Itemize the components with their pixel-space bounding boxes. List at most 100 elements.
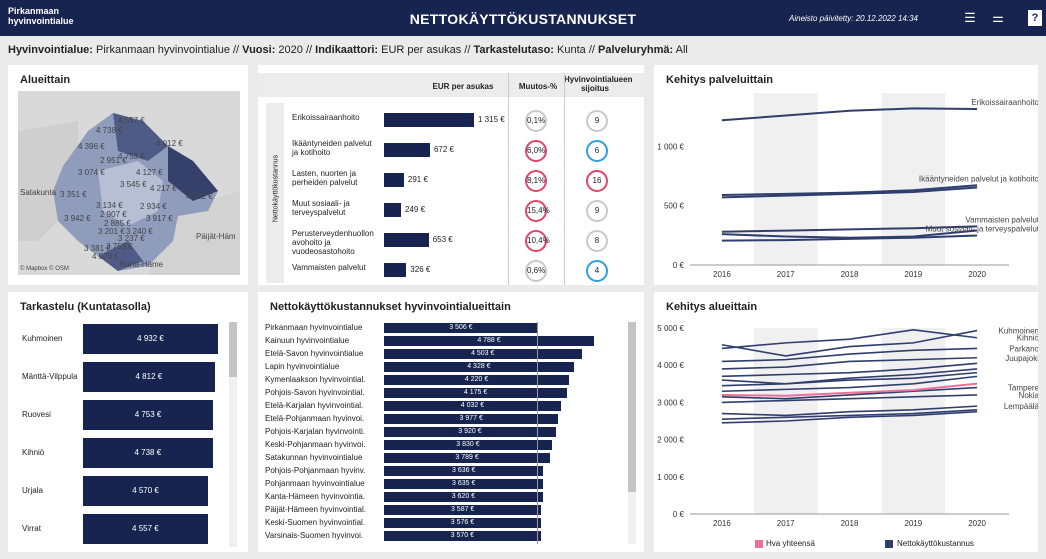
legend-label[interactable]: Hva yhteensä xyxy=(766,539,815,548)
municipality-name[interactable]: Urjala xyxy=(22,486,43,495)
region-name[interactable]: Etelä-Savon hyvinvointialue xyxy=(265,349,377,358)
municipality-bar[interactable]: 4 738 € xyxy=(83,438,213,468)
x-tick-label: 2016 xyxy=(713,270,731,279)
map-value-label: 3 942 € xyxy=(64,214,91,223)
table-row-name[interactable]: Erikoissairaanhoito xyxy=(292,113,380,122)
menu-icon[interactable]: ☰ xyxy=(960,8,980,28)
region-name[interactable]: Pohjois-Savon hyvinvointial. xyxy=(265,388,377,397)
region-bar[interactable]: 4 788 € xyxy=(384,336,594,346)
region-bar[interactable]: 3 570 € xyxy=(384,531,541,541)
filter-key: Hyvinvointialue: xyxy=(8,44,93,56)
region-name[interactable]: Kymenlaakson hyvinvointial. xyxy=(265,375,377,384)
app-header: Pirkanmaan hyvinvointialue NETTOKÄYTTÖKU… xyxy=(0,0,1046,36)
region-name[interactable]: Keski-Suomen hyvinvointial. xyxy=(265,518,377,527)
region-bar[interactable]: 3 977 € xyxy=(384,414,559,424)
y-tick-label: 1 000 € xyxy=(657,142,684,151)
col-header[interactable]: Hyvinvointialueen sijoitus xyxy=(564,75,632,93)
table-row-name[interactable]: Muut sosiaali- ja terveyspalvelut xyxy=(292,199,380,217)
municipality-name[interactable]: Kihniö xyxy=(22,448,44,457)
region-bar[interactable]: 3 587 € xyxy=(384,505,542,515)
change-badge: 0,1% xyxy=(525,110,547,132)
region-bar[interactable]: 4 032 € xyxy=(384,401,561,411)
region-name[interactable]: Satakunnan hyvinvointialue xyxy=(265,453,377,462)
scrollbar-thumb[interactable] xyxy=(628,322,636,492)
region-trend-panel: Kehitys alueittain 0 €1 000 €2 000 €3 00… xyxy=(654,292,1038,552)
municipality-panel: Tarkastelu (Kuntatasolla) Kuhmoinen 4 932… xyxy=(8,292,248,552)
map-panel: Alueittain 4 557 €4 738 € 4 012 € 4 396 € 4… xyxy=(8,65,248,285)
municipality-bar[interactable]: 4 812 € xyxy=(83,362,215,392)
service-table-panel: EUR per asukas Muutos-% Hyvinvointialuee… xyxy=(258,65,644,285)
municipality-bar[interactable]: 4 753 € xyxy=(83,400,214,430)
x-tick-label: 2017 xyxy=(777,519,795,528)
map-value-label: 4 127 € xyxy=(136,168,163,177)
region-bar[interactable]: 3 576 € xyxy=(384,518,541,528)
service-trend-chart[interactable]: 0 € 500 € 1 000 € 2016 2017 2018 2019 2020 Eriko… xyxy=(654,65,1038,285)
y-tick-label: 0 € xyxy=(673,510,685,519)
table-row-bar[interactable] xyxy=(384,143,430,157)
y-tick-label: 1 000 € xyxy=(657,473,684,482)
region-bar[interactable]: 4 503 € xyxy=(384,349,582,359)
municipality-bar[interactable]: 4 557 € xyxy=(83,514,208,544)
region-name[interactable]: Lapin hyvinvointialue xyxy=(265,362,377,371)
municipality-name[interactable]: Virrat xyxy=(22,524,41,533)
panel-title: Tarkastelu (Kuntatasolla) xyxy=(20,301,151,313)
map-value-label: 2 951 € xyxy=(100,156,127,165)
map-place-label: Karta-Häme xyxy=(120,260,164,269)
region-name[interactable]: Pohjois-Pohjanmaan hyvinv. xyxy=(265,466,377,475)
table-row-bar[interactable] xyxy=(384,173,404,187)
region-trend-chart[interactable]: 0 € 1 000 € 2 000 € 3 000 € 4 000 € 5 000 € 20… xyxy=(654,292,1038,552)
help-button[interactable]: ? xyxy=(1028,10,1042,26)
region-bar[interactable]: 3 636 € xyxy=(384,466,544,476)
municipality-bar[interactable]: 4 570 € xyxy=(83,476,209,506)
region-map[interactable]: 4 557 €4 738 €4 012 €4 396 €4 753 €2 951… xyxy=(18,91,240,275)
region-name[interactable]: Kanta-Hämeen hyvinvointia. xyxy=(265,492,377,501)
table-row-bar[interactable] xyxy=(384,263,407,277)
municipality-name[interactable]: Ruovesi xyxy=(22,410,51,419)
table-row-bar[interactable] xyxy=(384,203,402,217)
region-name[interactable]: Pohjanmaan hyvinvointialue xyxy=(265,479,377,488)
region-bar[interactable]: 3 830 € xyxy=(384,440,552,450)
table-row-name[interactable]: Lasten, nuorten ja perheiden palvelut xyxy=(292,169,380,187)
y-tick-label: 0 € xyxy=(673,261,685,270)
series-label: Nokia xyxy=(1019,391,1038,400)
region-name[interactable]: Keski-Pohjanmaan hyvinvoi. xyxy=(265,440,377,449)
col-header[interactable]: EUR per asukas xyxy=(408,82,518,91)
sliders-icon[interactable]: ⚌ xyxy=(988,8,1008,28)
region-bar[interactable]: 4 175 € xyxy=(384,388,568,398)
scrollbar-thumb[interactable] xyxy=(229,322,237,377)
reference-line xyxy=(537,322,538,544)
rank-badge: 16 xyxy=(586,170,608,192)
series-label: Muut sosiaali- ja terveyspalvelut xyxy=(926,224,1038,233)
region-bar[interactable]: 4 328 € xyxy=(384,362,574,372)
col-header[interactable]: Muutos-% xyxy=(508,82,568,91)
table-row-bar[interactable] xyxy=(384,113,474,127)
region-name[interactable]: Pirkanmaan hyvinvointialue xyxy=(265,323,377,332)
legend-label[interactable]: Nettokäyttökustannus xyxy=(897,539,974,548)
updated-timestamp: Aineisto päivitetty: 20.12.2022 14:34 xyxy=(789,14,918,23)
y-tick-label: 2 000 € xyxy=(657,436,684,445)
region-bar[interactable]: 3 635 € xyxy=(384,479,544,489)
map-value-label: 4 012 € xyxy=(156,139,183,148)
region-name[interactable]: Etelä-Pohjanmaan hyvinvoi. xyxy=(265,414,377,423)
municipality-name[interactable]: Mänttä-Vilppula xyxy=(22,372,77,381)
group-label: Nettokäyttökustannus xyxy=(272,154,280,223)
table-row-name[interactable]: Ikääntyneiden palvelut ja kotihoito xyxy=(292,139,380,157)
region-name[interactable]: Päijät-Hämeen hyvinvointial. xyxy=(265,505,377,514)
region-name[interactable]: Pohjois-Karjalan hyvinvointi. xyxy=(265,427,377,436)
region-name[interactable]: Kainuun hyvinvointialue xyxy=(265,336,377,345)
map-value-label: 3 351 € xyxy=(60,190,87,199)
region-bar[interactable]: 4 220 € xyxy=(384,375,570,385)
table-row-name[interactable]: Perusterveydenhuollon avohoito ja vuodeo… xyxy=(292,229,380,256)
table-row-name[interactable]: Vammaisten palvelut xyxy=(292,263,380,272)
region-bar[interactable]: 3 506 € xyxy=(384,323,538,333)
filter-value: All xyxy=(673,44,688,56)
x-tick-label: 2018 xyxy=(841,519,859,528)
table-row-bar[interactable] xyxy=(384,233,429,247)
region-bar[interactable]: 3 789 € xyxy=(384,453,551,463)
region-name[interactable]: Varsinais-Suomen hyvinvoi. xyxy=(265,531,377,540)
municipality-name[interactable]: Kuhmoinen xyxy=(22,334,62,343)
municipality-bar[interactable]: 4 932 € xyxy=(83,324,218,354)
region-name[interactable]: Etelä-Karjalan hyvinvointial. xyxy=(265,401,377,410)
region-bar[interactable]: 3 920 € xyxy=(384,427,556,437)
region-bar[interactable]: 3 620 € xyxy=(384,492,543,502)
